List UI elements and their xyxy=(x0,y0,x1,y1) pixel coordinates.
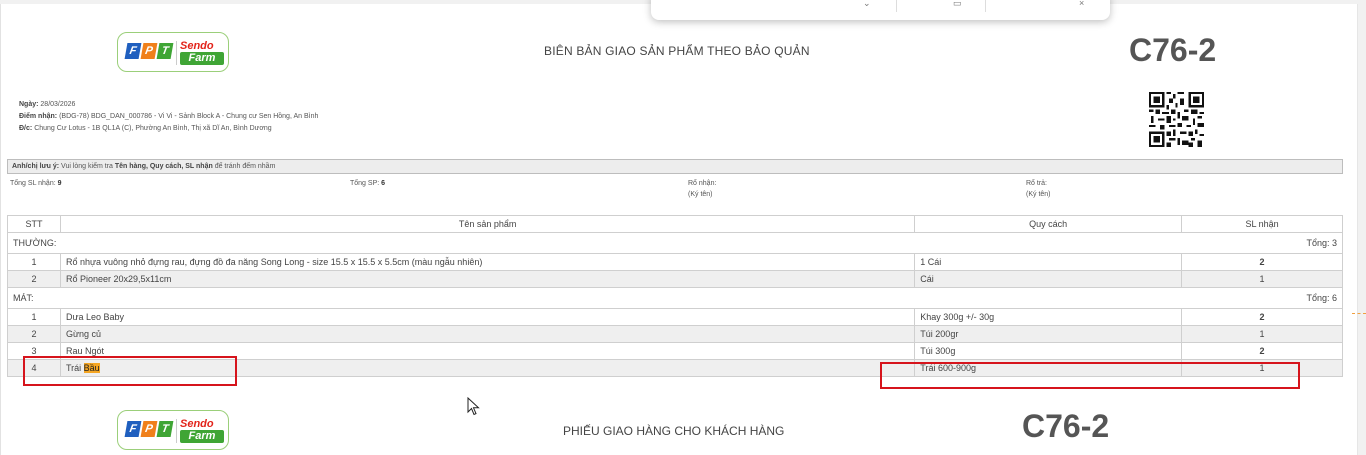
cell-spec: Túi 300g xyxy=(914,342,1183,360)
notice-text-1: Vui lòng kiểm tra xyxy=(61,163,113,170)
cell-stt: 2 xyxy=(7,325,61,343)
fpt-letter: T xyxy=(156,421,174,437)
total-qty: Tổng SL nhận: 9 xyxy=(10,180,62,187)
group-name: MÁT: xyxy=(13,293,34,303)
edge-marker xyxy=(1352,313,1366,314)
toolbar-separator xyxy=(896,0,897,12)
cell-qty: 2 xyxy=(1181,253,1343,271)
qr-code-icon xyxy=(1149,92,1204,147)
delivery-slip-code: C76-2 xyxy=(1022,408,1110,444)
col-product-name: Tên sản phẩm xyxy=(59,215,916,233)
table-row: 1 Rổ nhựa vuông nhỏ đựng rau, đựng đồ đa… xyxy=(7,253,1343,271)
notice-text-2: để tránh đếm nhầm xyxy=(214,163,276,170)
fpt-logo: F P T xyxy=(124,421,174,437)
fpt-letter: P xyxy=(140,43,158,59)
logo-divider xyxy=(176,419,177,443)
cell-qty: 2 xyxy=(1181,342,1343,360)
annotation-box-spec xyxy=(880,362,1300,389)
col-spec: Quy cách xyxy=(914,215,1183,233)
notice-label: Anh/chị lưu ý: xyxy=(12,163,60,170)
delivery-slip-title: PHIẾU GIAO HÀNG CHO KHÁCH HÀNG xyxy=(563,424,785,438)
total-sp: Tổng SP: 6 xyxy=(350,180,385,187)
total-qty-value: 9 xyxy=(57,180,62,187)
farm-text: Farm xyxy=(180,430,224,443)
toolbar-separator xyxy=(985,0,986,12)
document-title: BIÊN BẢN GIAO SẢN PHẨM THEO BẢO QUẢN xyxy=(544,44,810,58)
cell-qty: 2 xyxy=(1181,308,1343,326)
table-row: 1 Dưa Leo Baby Khay 300g +/- 30g 2 xyxy=(7,308,1343,326)
fpt-sendo-farm-logo-2: F P T Sendo Farm xyxy=(117,410,229,450)
col-stt: STT xyxy=(7,215,61,233)
group-row-thuong: THƯỜNG: Tổng: 3 xyxy=(7,232,1343,254)
cell-name: Dưa Leo Baby xyxy=(59,308,916,326)
ro-tra: Rổ trả: (Ký tên) xyxy=(1026,180,1051,198)
receive-point-line: Điểm nhận: (BDG-78) BDG_DAN_000786 - Vi … xyxy=(19,113,318,120)
cell-spec: Khay 300g +/- 30g xyxy=(914,308,1183,326)
address-line: Đ/c: Chung Cư Lotus - 1B QL1A (C), Phườn… xyxy=(19,125,272,132)
cell-spec: Cái xyxy=(914,270,1183,288)
group-name: THƯỜNG: xyxy=(13,238,57,248)
logo-divider xyxy=(176,41,177,65)
toolbar-icon-2[interactable]: ▭ xyxy=(953,0,962,9)
cell-name: Rổ Pioneer 20x29,5x11cm xyxy=(59,270,916,288)
ro-nhan-label: Rổ nhận: xyxy=(688,180,717,187)
fpt-letter: P xyxy=(140,421,158,437)
table-header-row: STT Tên sản phẩm Quy cách SL nhận xyxy=(7,215,1343,233)
cell-stt: 1 xyxy=(7,253,61,271)
fpt-letter: F xyxy=(124,421,142,437)
cell-spec: 1 Cái xyxy=(914,253,1183,271)
annotation-box-product xyxy=(23,356,237,386)
date-line: Ngày: 28/03/2026 xyxy=(19,101,75,108)
notice-bold: Tên hàng, Quy cách, SL nhận xyxy=(114,163,213,170)
sendo-text: Sendo xyxy=(180,418,214,430)
cell-stt: 2 xyxy=(7,270,61,288)
ro-nhan: Rổ nhận: (Ký tên) xyxy=(688,180,716,198)
mouse-cursor-icon xyxy=(467,397,480,416)
cell-qty: 1 xyxy=(1181,270,1343,288)
fpt-letter: F xyxy=(124,43,142,59)
document-code: C76-2 xyxy=(1129,32,1217,68)
group-row-mat: MÁT: Tổng: 6 xyxy=(7,287,1343,309)
cell-name: Gừng củ xyxy=(59,325,916,343)
notice-bar: Anh/chị lưu ý: Vui lòng kiểm tra Tên hàn… xyxy=(7,159,1343,174)
sendo-farm-logo: Sendo Farm xyxy=(180,40,224,66)
sendo-text: Sendo xyxy=(180,40,214,52)
receive-label: Điểm nhận: xyxy=(19,113,58,120)
fpt-sendo-farm-logo: F P T Sendo Farm xyxy=(117,32,229,72)
ro-tra-sign: (Ký tên) xyxy=(1026,191,1051,198)
sendo-farm-logo: Sendo Farm xyxy=(180,418,224,444)
cell-name: Rổ nhựa vuông nhỏ đựng rau, đựng đồ đa n… xyxy=(59,253,916,271)
total-qty-label: Tổng SL nhận: xyxy=(10,180,56,187)
address-value: Chung Cư Lotus - 1B QL1A (C), Phường An … xyxy=(34,125,272,132)
total-sp-value: 6 xyxy=(381,180,386,187)
floating-toolbar[interactable]: ⌄ ▭ × xyxy=(651,0,1110,20)
ro-nhan-sign: (Ký tên) xyxy=(688,191,713,198)
fpt-letter: T xyxy=(156,43,174,59)
cell-stt: 1 xyxy=(7,308,61,326)
group-total: Tổng: 3 xyxy=(1306,238,1337,248)
date-label: Ngày: xyxy=(19,101,39,108)
col-qty: SL nhận xyxy=(1181,215,1343,233)
total-sp-label: Tổng SP: xyxy=(350,180,380,187)
table-row: 2 Gừng củ Túi 200gr 1 xyxy=(7,325,1343,343)
group-total: Tổng: 6 xyxy=(1306,293,1337,303)
address-label: Đ/c: xyxy=(19,125,33,132)
cell-qty: 1 xyxy=(1181,325,1343,343)
scroll-gutter xyxy=(1358,0,1366,455)
farm-text: Farm xyxy=(180,52,224,65)
toolbar-icon-1[interactable]: ⌄ xyxy=(863,0,871,9)
table-row: 2 Rổ Pioneer 20x29,5x11cm Cái 1 xyxy=(7,270,1343,288)
toolbar-icon-3[interactable]: × xyxy=(1079,0,1084,8)
receive-value: (BDG-78) BDG_DAN_000786 - Vi Vi - Sảnh B… xyxy=(59,113,319,120)
fpt-logo: F P T xyxy=(124,43,174,59)
items-table: STT Tên sản phẩm Quy cách SL nhận THƯỜNG… xyxy=(7,215,1343,377)
ro-tra-label: Rổ trả: xyxy=(1026,180,1048,187)
date-value: 28/03/2026 xyxy=(40,101,76,108)
cell-spec: Túi 200gr xyxy=(914,325,1183,343)
